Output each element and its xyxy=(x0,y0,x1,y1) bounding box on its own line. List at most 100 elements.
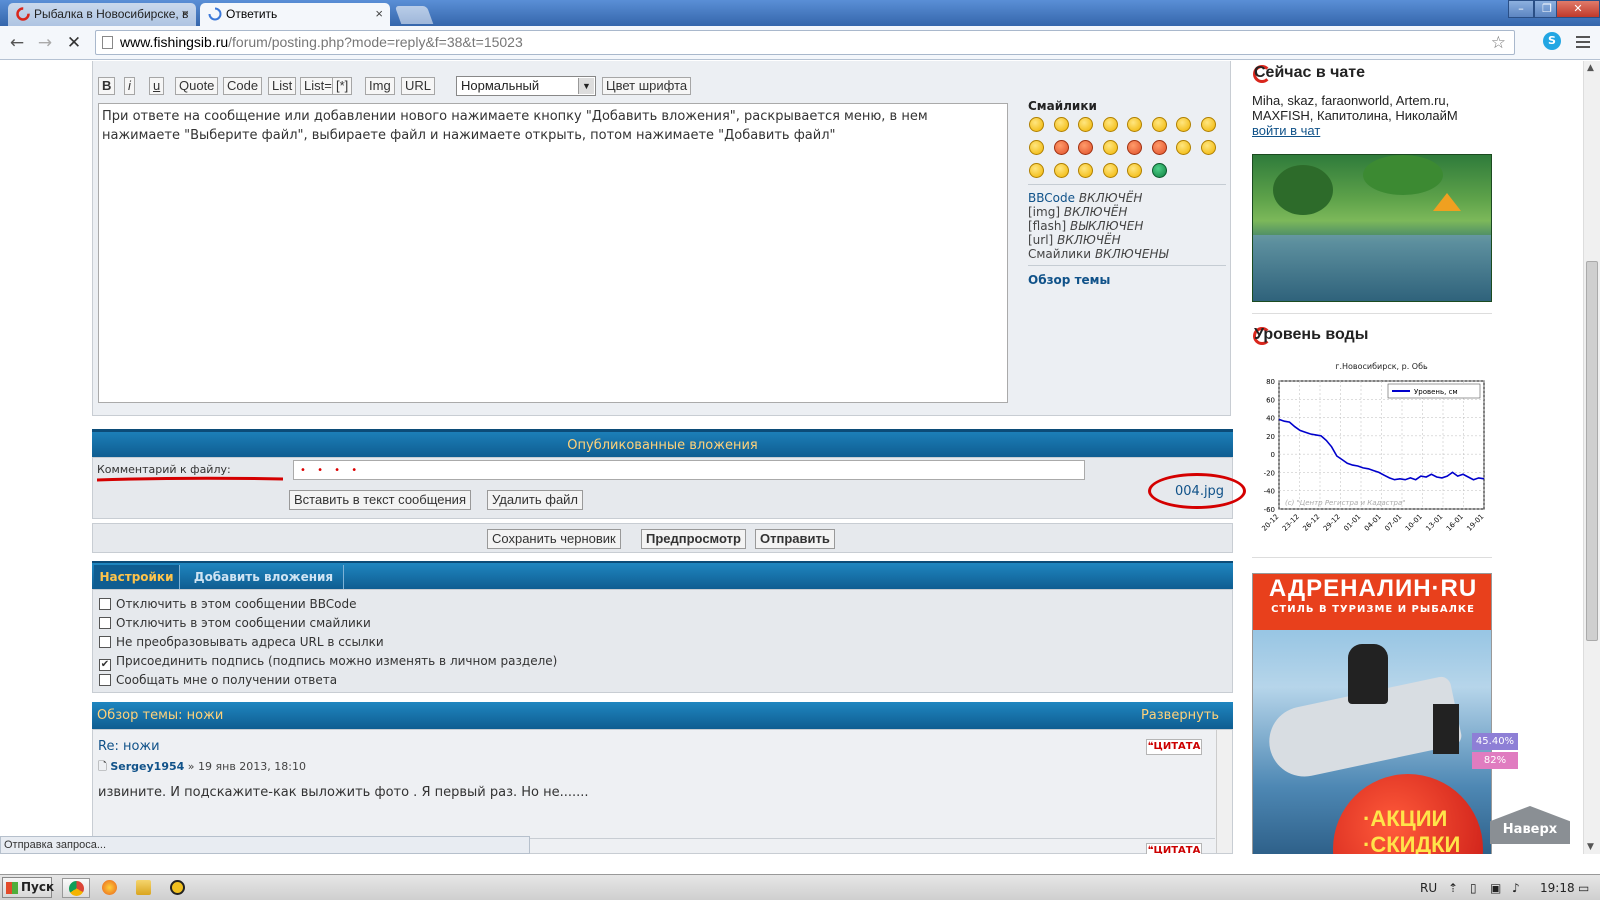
scrollbar-thumb[interactable] xyxy=(1586,261,1598,641)
bbcode-help-link[interactable]: BBCode xyxy=(1028,191,1075,205)
smiley-icon[interactable] xyxy=(1102,163,1118,178)
browser-tab-reply[interactable]: Ответить × xyxy=(200,3,390,26)
smiley-icon[interactable] xyxy=(1127,117,1142,132)
smiley-icon[interactable] xyxy=(1200,140,1216,155)
send-button[interactable]: Отправить xyxy=(755,529,835,549)
smiley-icon[interactable] xyxy=(1151,163,1167,178)
browser-menu-icon[interactable] xyxy=(1576,36,1590,48)
smiley-icon[interactable] xyxy=(1029,163,1044,178)
bbcode-button-u[interactable]: u xyxy=(149,77,165,95)
scroll-to-top-button[interactable]: Наверх xyxy=(1490,806,1570,844)
bbcode-button-List[interactable]: List xyxy=(268,77,297,95)
chrome-taskbar-icon[interactable] xyxy=(62,878,90,898)
start-button[interactable]: Пуск xyxy=(2,877,54,898)
checkbox[interactable] xyxy=(99,636,111,648)
minimize-icon[interactable]: – xyxy=(1508,0,1534,18)
option-disable-bbcode[interactable]: Отключить в этом сообщении BBCode xyxy=(99,597,357,611)
save-draft-button[interactable]: Сохранить черновик xyxy=(487,529,621,549)
option-disable-smileys[interactable]: Отключить в этом сообщении смайлики xyxy=(99,616,371,630)
bbcode-button-ordered-list[interactable]: List= xyxy=(300,77,336,95)
tab-add-attachments[interactable]: Добавить вложения xyxy=(184,565,344,589)
chat-users-list: Miha, skaz, faraonworld, Artem.ru, MAXFI… xyxy=(1252,93,1492,138)
smiley-icon[interactable] xyxy=(1029,140,1044,155)
tab-settings[interactable]: Настройки xyxy=(94,565,180,589)
smiley-icon[interactable] xyxy=(1053,117,1069,132)
checkbox-checked[interactable]: ✔ xyxy=(99,659,111,671)
smiley-icon[interactable] xyxy=(1078,140,1093,155)
tray-device-icon[interactable]: ▯ xyxy=(1470,881,1477,895)
option-no-url-parse[interactable]: Не преобразовывать адреса URL в ссылки xyxy=(99,635,384,649)
smiley-icon[interactable] xyxy=(1127,163,1142,178)
bbcode-button-Img[interactable]: Img xyxy=(365,77,395,95)
smiley-icon[interactable] xyxy=(1102,117,1118,132)
bbcode-button-Code[interactable]: Code xyxy=(223,77,263,95)
back-arrow-icon[interactable]: ← xyxy=(6,33,28,53)
expand-link[interactable]: Развернуть xyxy=(1141,702,1219,729)
tray-arrow-icon[interactable]: ⇡ xyxy=(1448,881,1458,895)
enter-chat-link[interactable]: войти в чат xyxy=(1252,123,1320,138)
water-level-chart[interactable]: г.Новосибирск, р. Обь 80 60 40 20 0 -20 -40 -60 2… xyxy=(1252,356,1492,546)
stop-loading-icon[interactable]: ✕ xyxy=(63,33,85,53)
smiley-icon[interactable] xyxy=(1200,117,1216,132)
checkbox[interactable] xyxy=(99,617,111,629)
bbcode-button-B[interactable]: B xyxy=(98,77,116,95)
tray-volume-icon[interactable]: ♪ xyxy=(1512,881,1520,895)
quote-button[interactable]: ❝ЦИТАТА xyxy=(1146,843,1202,854)
browser-tab-fishing[interactable]: Рыбалка в Новосибирске, в × xyxy=(8,3,196,26)
skype-extension-icon[interactable]: S xyxy=(1543,32,1561,50)
tray-network-icon[interactable]: ▣ xyxy=(1490,881,1501,895)
option-notify-reply[interactable]: Сообщать мне о получении ответа xyxy=(99,673,337,687)
smiley-icon[interactable] xyxy=(1176,117,1191,132)
checkbox[interactable] xyxy=(99,598,111,610)
address-bar[interactable]: www.fishingsib.ru/forum/posting.php?mode… xyxy=(95,30,1515,55)
window-close-icon[interactable]: ✕ xyxy=(1556,0,1600,18)
checkbox[interactable] xyxy=(99,674,111,686)
message-textarea[interactable] xyxy=(98,103,1008,403)
smiley-icon[interactable] xyxy=(1151,117,1167,132)
option-attach-signature[interactable]: ✔ Присоединить подпись (подпись можно изм… xyxy=(99,654,557,671)
tab-close-icon[interactable]: × xyxy=(375,6,383,21)
review-scrollbar[interactable] xyxy=(1216,730,1232,853)
chart-x-tick-label: 23-12 xyxy=(1281,513,1301,533)
tree-shape xyxy=(1273,165,1333,215)
smiley-icon[interactable] xyxy=(1176,140,1191,155)
show-desktop-icon[interactable]: ▭ xyxy=(1578,881,1589,895)
option-label: Отключить в этом сообщении BBCode xyxy=(116,597,357,611)
fishing-scene-banner[interactable] xyxy=(1252,154,1492,302)
options-tabs: Настройки Добавить вложения xyxy=(92,561,1233,589)
explorer-taskbar-icon[interactable] xyxy=(130,878,158,898)
bbcode-button-Quote[interactable]: Quote xyxy=(175,77,219,95)
smiley-icon[interactable] xyxy=(1102,140,1118,155)
language-indicator[interactable]: RU xyxy=(1420,881,1437,895)
file-comment-input[interactable]: • • • • xyxy=(293,460,1085,480)
smiley-icon[interactable] xyxy=(1053,163,1069,178)
smiley-icon[interactable] xyxy=(1127,140,1142,155)
new-tab-button[interactable] xyxy=(394,6,434,24)
bbcode-button-URL[interactable]: URL xyxy=(401,77,436,95)
smiley-icon[interactable] xyxy=(1053,140,1069,155)
bbcode-button-listitem[interactable]: [*] xyxy=(332,77,353,95)
tab-close-icon[interactable]: × xyxy=(181,6,189,21)
delete-file-button[interactable]: Удалить файл xyxy=(487,490,584,510)
smiley-icon[interactable] xyxy=(1078,117,1093,132)
smiley-icon[interactable] xyxy=(1029,117,1044,132)
scroll-up-arrow-icon[interactable]: ▲ xyxy=(1587,63,1594,73)
page-scrollbar[interactable]: ▲ ▼ xyxy=(1583,61,1600,854)
bbcode-button-i[interactable]: i xyxy=(124,77,135,95)
warning-taskbar-icon[interactable] xyxy=(164,878,192,898)
firefox-taskbar-icon[interactable] xyxy=(96,878,124,898)
bookmark-star-icon[interactable]: ☆ xyxy=(1491,31,1506,54)
post-title-link[interactable]: Re: ножи xyxy=(98,739,160,754)
topic-overview-link[interactable]: Обзор темы xyxy=(1028,273,1110,287)
insert-into-message-button[interactable]: Вставить в текст сообщения xyxy=(289,490,471,510)
quote-button[interactable]: ❝ЦИТАТА xyxy=(1146,739,1202,755)
smiley-icon[interactable] xyxy=(1078,163,1093,178)
font-color-button[interactable]: Цвет шрифта xyxy=(602,77,692,95)
adrenalin-ad-banner[interactable]: АДРЕНАЛИН·RU СТИЛЬ В ТУРИЗМЕ И РЫБАЛКЕ ·… xyxy=(1252,573,1492,854)
smiley-icon[interactable] xyxy=(1151,140,1167,155)
forward-arrow-icon[interactable]: → xyxy=(34,33,56,53)
post-author-link[interactable]: Sergey1954 xyxy=(110,760,184,773)
scroll-down-arrow-icon[interactable]: ▼ xyxy=(1587,842,1594,852)
preview-button[interactable]: Предпросмотр xyxy=(641,529,746,549)
font-size-select[interactable]: Нормальный ▼ xyxy=(456,76,596,96)
